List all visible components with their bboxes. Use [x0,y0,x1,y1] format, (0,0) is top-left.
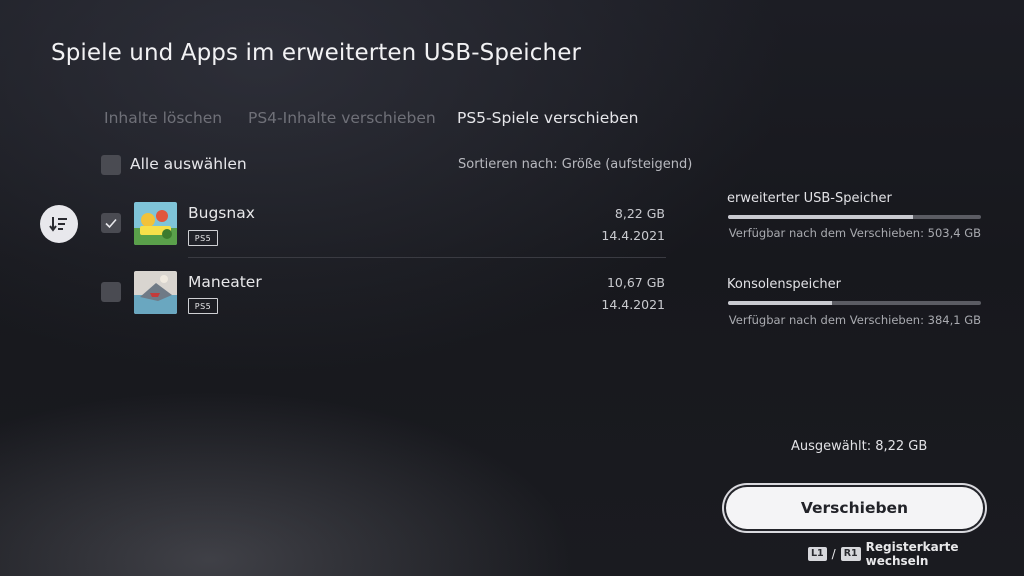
game-date: 14.4.2021 [601,297,665,312]
console-available-text: Verfügbar nach dem Verschieben: 384,1 GB [728,313,981,327]
game-checkbox-maneater[interactable] [101,282,121,302]
hint-separator: / [831,547,836,561]
platform-badge: PS5 [188,298,218,314]
console-storage-bar-fill [728,301,832,305]
select-all-checkbox[interactable] [101,155,121,175]
game-thumbnail-maneater [134,271,177,314]
list-item-maneater[interactable]: Maneater PS5 10,67 GB 14.4.2021 [90,260,676,330]
hint-text: Registerkarte wechseln [865,540,959,568]
move-button[interactable]: Verschieben [726,487,983,529]
console-storage-title: Konsolenspeicher [727,277,842,292]
game-date: 14.4.2021 [601,228,665,243]
page-title: Spiele und Apps im erweiterten USB-Speic… [51,40,582,66]
selected-summary: Ausgewählt: 8,22 GB [791,439,928,454]
game-size: 8,22 GB [614,206,665,221]
tab-move-ps4-content[interactable]: PS4-Inhalte verschieben [248,109,436,127]
usb-storage-title: erweiterter USB-Speicher [727,191,892,206]
l1-button-icon: L1 [808,547,827,561]
platform-badge: PS5 [188,230,218,246]
game-title: Maneater [188,273,262,291]
console-storage-bar [728,301,981,305]
usb-storage-bar-fill [728,215,913,219]
game-thumbnail-bugsnax [134,202,177,245]
tab-delete-content[interactable]: Inhalte löschen [104,109,222,127]
tab-switch-hint: L1 / R1 Registerkarte wechseln [808,540,1024,568]
game-title: Bugsnax [188,204,255,222]
tab-move-ps5-games[interactable]: PS5-Spiele verschieben [457,109,638,127]
usb-storage-bar [728,215,981,219]
r1-button-icon: R1 [840,547,861,561]
list-divider [188,257,666,258]
select-all-label: Alle auswählen [130,155,247,173]
sort-descending-icon[interactable] [40,205,78,243]
sort-label: Sortieren nach: Größe (aufsteigend) [458,157,693,172]
list-item-bugsnax[interactable]: Bugsnax PS5 8,22 GB 14.4.2021 [90,190,676,260]
game-size: 10,67 GB [606,275,665,290]
game-checkbox-bugsnax[interactable] [101,213,121,233]
usb-available-text: Verfügbar nach dem Verschieben: 503,4 GB [728,226,981,240]
